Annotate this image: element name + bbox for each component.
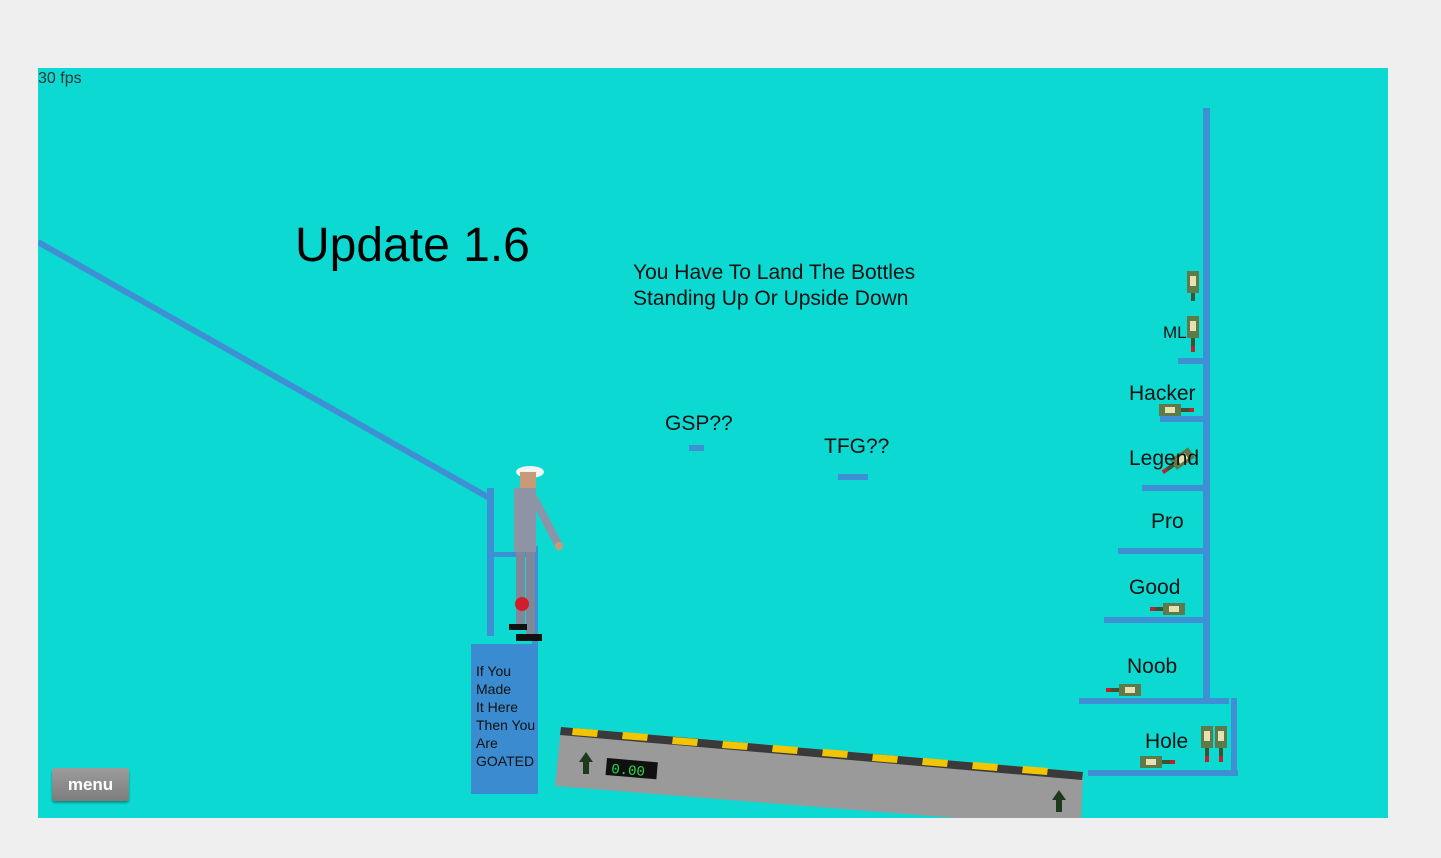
bonus-label-tfg: TFG?? — [824, 435, 890, 458]
tier-label-pro: Pro — [1151, 510, 1184, 533]
level-geometry: 0.00 — [38, 108, 1238, 818]
bonus-label-gsp: GSP?? — [665, 412, 733, 435]
sign-line: If You — [476, 663, 512, 679]
shelf-pro — [1118, 548, 1203, 554]
tier-label-noob: Noob — [1127, 655, 1178, 678]
tier-label-legend: Legend — [1129, 447, 1200, 470]
player-wall-left — [487, 488, 494, 636]
instructions-text: You Have To Land The Bottles Standing Up… — [633, 260, 915, 312]
bottle-icon — [1150, 603, 1185, 615]
tier-label-ml: ML — [1163, 323, 1187, 342]
bottle-icon — [1140, 756, 1175, 768]
speed-readout: 0.00 — [611, 762, 646, 781]
level-title: Update 1.6 — [295, 219, 530, 272]
goated-sign-text: If You Made It Here Then You Are GOATED — [476, 662, 535, 770]
tier-label-hacker: Hacker — [1129, 382, 1196, 405]
bottle-icon — [1187, 316, 1199, 352]
shelf-good — [1104, 617, 1203, 623]
shelf-noob — [1079, 698, 1229, 704]
shelf-hacker — [1160, 416, 1203, 422]
gsp-ledge — [689, 445, 704, 451]
hole-wall — [1231, 698, 1237, 776]
sign-line: Are — [476, 735, 498, 751]
sign-line: It Here — [476, 699, 519, 715]
tower-wall — [1203, 108, 1210, 704]
bottle-icon — [1187, 271, 1199, 301]
game-canvas[interactable]: 30 fps 0.00 Update 1.6 You Have To Land … — [38, 68, 1388, 818]
sign-line: Made — [476, 681, 512, 697]
goated-sign: If You Made It Here Then You Are GOATED — [471, 644, 538, 794]
sign-line: GOATED — [476, 753, 535, 769]
menu-button[interactable]: menu — [52, 768, 129, 801]
bottle-icon — [1201, 726, 1213, 762]
instruction-line: You Have To Land The Bottles — [633, 261, 916, 284]
bottle-icon — [1215, 726, 1227, 762]
sign-line: Then You — [476, 717, 536, 733]
bottle-icon — [1106, 684, 1141, 696]
tier-label-hole: Hole — [1145, 730, 1189, 753]
instruction-line: Standing Up Or Upside Down — [633, 287, 909, 310]
shelf-hole — [1088, 770, 1238, 776]
tfg-ledge — [838, 474, 868, 480]
shelf-ml — [1178, 358, 1203, 364]
shelf-legend — [1142, 485, 1203, 491]
slope-ramp — [38, 239, 495, 503]
tier-label-good: Good — [1129, 576, 1181, 599]
